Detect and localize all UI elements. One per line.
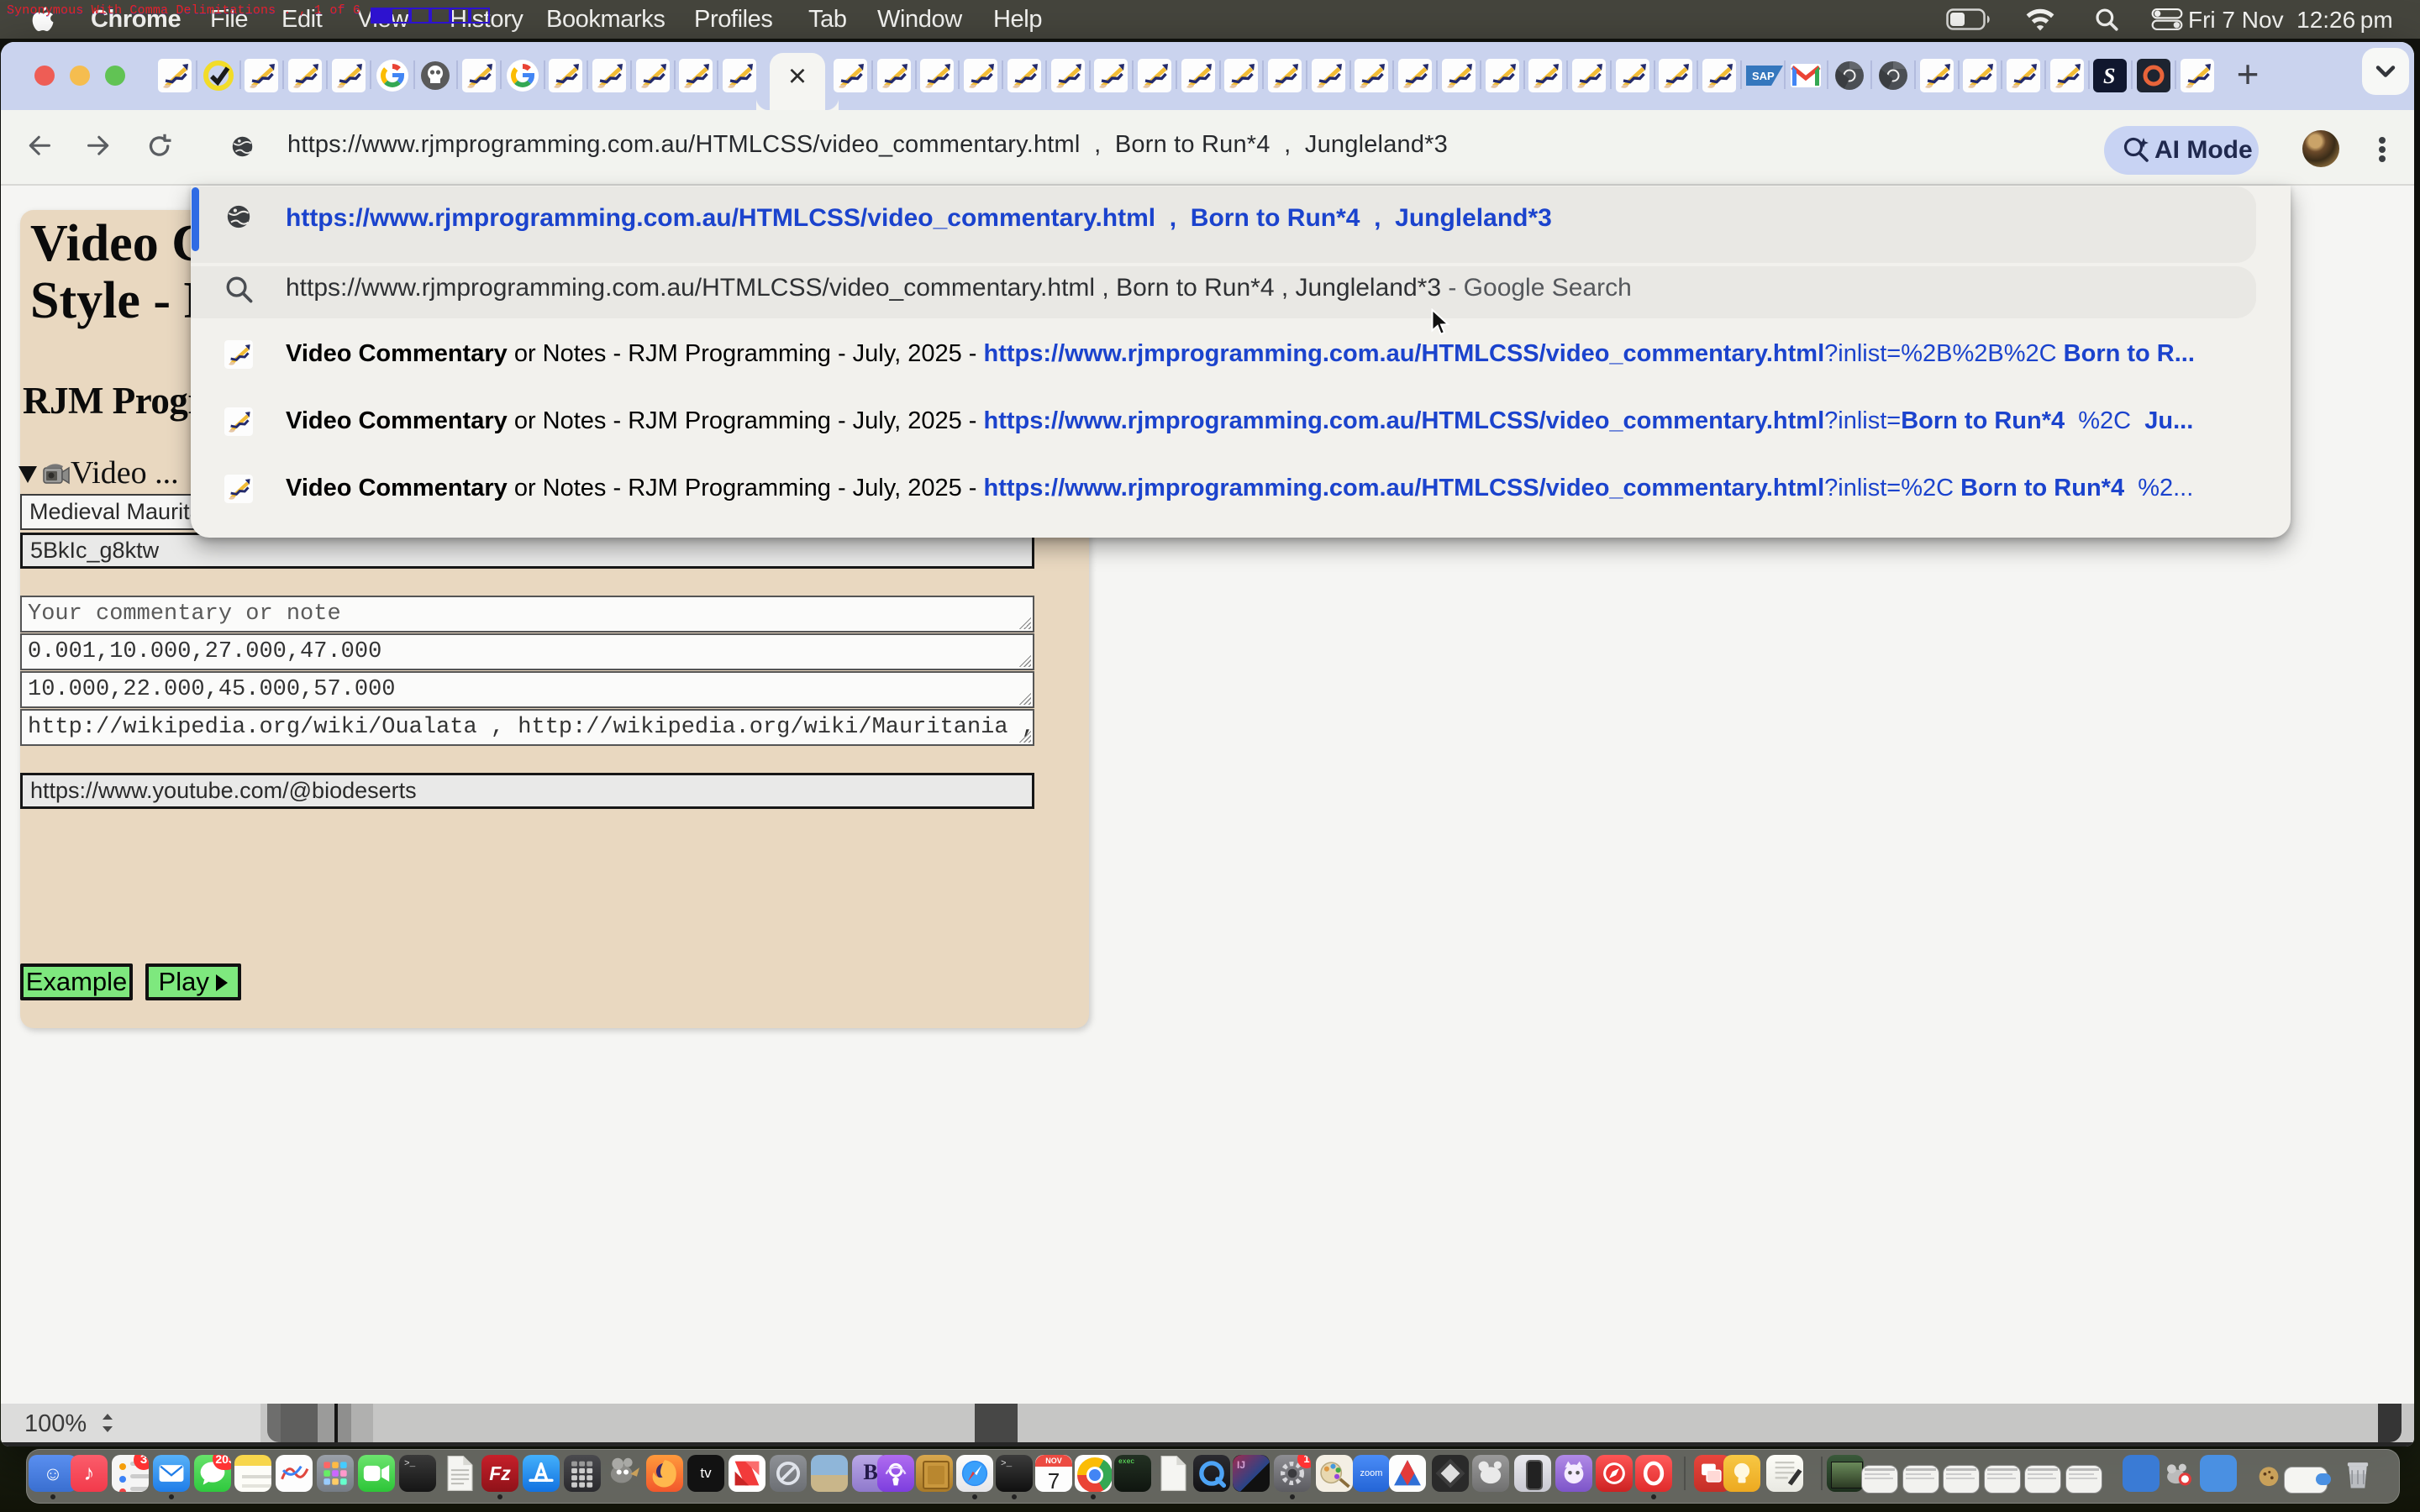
svg-text:SAP: SAP: [1752, 70, 1775, 82]
svg-text:S: S: [2103, 64, 2115, 88]
